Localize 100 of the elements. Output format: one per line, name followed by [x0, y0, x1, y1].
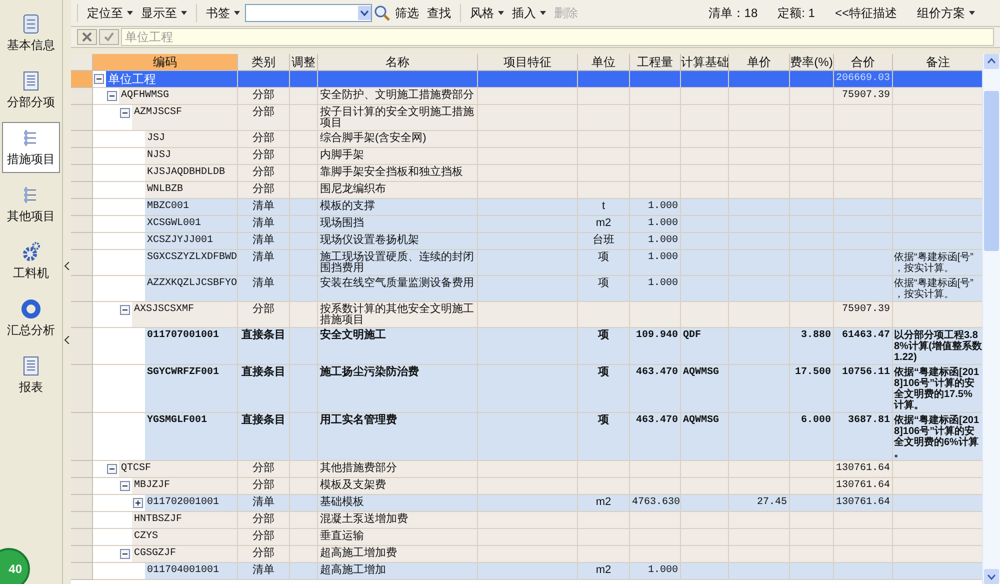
- row-header[interactable]: [71, 105, 93, 131]
- table-row[interactable]: CGSGZJF 分部 超高施工增加费: [71, 546, 982, 563]
- row-header[interactable]: [71, 461, 93, 478]
- table-row[interactable]: 011702001001 清单 基础模板 m2 4763.630 27.45 130761.64: [71, 495, 982, 512]
- table-row[interactable]: SGXCSZYZLXDFBWD 清单 施工现场设置硬质、连续的封闭围挡费用 项 1.000 依据“粤建标函[号”，按实计算。: [71, 250, 982, 276]
- row-header[interactable]: [71, 302, 93, 328]
- table-row[interactable]: JSJ 分部 综合脚手架(含安全网): [71, 131, 982, 148]
- column-header[interactable]: 类别: [238, 54, 290, 71]
- sidebar-item[interactable]: 报表: [2, 350, 60, 401]
- table-row[interactable]: XCSGWL001 清单 现场围挡 m2 1.000: [71, 216, 982, 233]
- collapse-toggle[interactable]: [107, 91, 117, 101]
- table-row[interactable]: KJSJAQDBHDLDB 分部 靠脚手架安全挡板和独立挡板: [71, 165, 982, 182]
- sidebar-item[interactable]: 工料机: [2, 236, 60, 287]
- sidebar-item[interactable]: 基本信息: [2, 8, 60, 59]
- row-header[interactable]: [71, 495, 93, 512]
- column-header[interactable]: 调整: [290, 54, 318, 71]
- column-header[interactable]: 编码: [93, 54, 238, 71]
- cancel-button[interactable]: [77, 29, 97, 45]
- collapse-toggle[interactable]: [120, 108, 130, 118]
- row-header[interactable]: [71, 182, 93, 199]
- row-header[interactable]: [71, 512, 93, 529]
- tree-gutter: [93, 182, 145, 198]
- bookmark-combo[interactable]: [245, 4, 372, 22]
- toolbar-dropdown[interactable]: 插入: [509, 4, 549, 22]
- toolbar-button[interactable]: 筛选: [392, 4, 422, 22]
- confirm-button[interactable]: [99, 29, 119, 45]
- table-cell-text: MBZC001: [146, 200, 190, 214]
- toolbar-dropdown[interactable]: 书签: [203, 4, 243, 22]
- column-header[interactable]: 工程量: [630, 54, 681, 71]
- row-header[interactable]: [71, 478, 93, 495]
- table-row[interactable]: MBJZJF 分部 模板及支架费 130761.64: [71, 478, 982, 495]
- table-row[interactable]: CZYS 分部 垂直运输: [71, 529, 982, 546]
- column-header[interactable]: 计算基础: [681, 54, 729, 71]
- caret-icon: [127, 11, 133, 15]
- column-header[interactable]: 合价: [834, 54, 893, 71]
- column-header[interactable]: 单价: [729, 54, 790, 71]
- row-header[interactable]: [71, 276, 93, 302]
- column-header[interactable]: 单位: [578, 54, 630, 71]
- table-row[interactable]: 单位工程 206669.03: [71, 71, 982, 88]
- tree-gutter: [93, 148, 145, 164]
- sidebar-item[interactable]: 汇总分析: [2, 293, 60, 344]
- sidebar-item[interactable]: 措施项目: [2, 122, 60, 173]
- tree-gutter: [93, 512, 132, 528]
- sidebar-item[interactable]: 其他项目: [2, 179, 60, 230]
- table-row[interactable]: AQFHWMSG 分部 安全防护、文明施工措施费部分 75907.39: [71, 88, 982, 105]
- table-cell-text: 011702001001: [146, 496, 220, 510]
- gear-icon: [20, 241, 42, 263]
- search-icon[interactable]: [374, 5, 390, 21]
- column-header[interactable]: 费率(%): [790, 54, 834, 71]
- toolbar-dropdown[interactable]: 风格: [467, 4, 507, 22]
- table-row[interactable]: HNTBSZJF 分部 混凝土泵送增加费: [71, 512, 982, 529]
- row-header[interactable]: [71, 216, 93, 233]
- table-row[interactable]: AZMJSCSF 分部 按子目计算的安全文明施工措施项目: [71, 105, 982, 131]
- toolbar-button[interactable]: 查找: [424, 4, 454, 22]
- collapse-toggle[interactable]: [120, 305, 130, 315]
- table-cell-text: AZMJSCSF: [133, 106, 184, 120]
- row-header[interactable]: [71, 131, 93, 148]
- collapse-toggle[interactable]: [120, 549, 130, 559]
- table-row[interactable]: XCSZJYJJ001 清单 现场仪设置卷扬机架 台班 1.000: [71, 233, 982, 250]
- table-cell-text: 011704001001: [146, 564, 220, 578]
- collapse-toggle[interactable]: [94, 74, 104, 84]
- column-header[interactable]: 备注: [893, 54, 982, 71]
- table-row[interactable]: MBZC001 清单 模板的支撑 t 1.000: [71, 199, 982, 216]
- expand-toggle[interactable]: [133, 498, 143, 508]
- row-header[interactable]: [71, 546, 93, 563]
- row-header[interactable]: [71, 233, 93, 250]
- table-row[interactable]: YGSMGLF001 直接条目 用工实名管理费 项 463.470 AQWMSG 6.000 3687.81 依据“粤建标函[2018]106号”计算的安全文明费的6%计算。: [71, 413, 982, 461]
- table-cell-text: XCSZJYJJ001: [146, 234, 214, 248]
- table-row[interactable]: AZZXKQZLJCSBFYO 清单 安装在线空气质量监测设备费用 项 1.000 依据“粤建标函[号”，按实计算。: [71, 276, 982, 302]
- toolbar-dropdown[interactable]: 定位至: [84, 4, 136, 22]
- caret-icon: [181, 11, 187, 15]
- table-row[interactable]: WNLBZB 分部 围尼龙编织布: [71, 182, 982, 199]
- table-row[interactable]: SGYCWRFZF001 直接条目 施工扬尘污染防治费 项 463.470 AQWMSG 17.500 10756.11 依据“粤建标函[2018]106号”计算的安全文明费的17.5%计算。: [71, 365, 982, 413]
- row-header[interactable]: [71, 563, 93, 580]
- row-header[interactable]: [71, 165, 93, 182]
- row-header[interactable]: [71, 529, 93, 546]
- tree-gutter: [93, 199, 145, 215]
- table-row[interactable]: 011704001001 清单 超高施工增加 m2 1.000: [71, 563, 982, 580]
- collapse-toggle[interactable]: [107, 464, 117, 474]
- table-row[interactable]: 011707001001 直接条目 安全文明施工 项 109.940 QDF 3.880 61463.47 以分部分项工程3.88%计算(增值整系数1.22): [71, 328, 982, 365]
- row-header[interactable]: [71, 148, 93, 165]
- collapse-toggle[interactable]: [120, 481, 130, 491]
- column-header[interactable]: 名称: [318, 54, 478, 71]
- scrollbar-thumb[interactable]: [984, 91, 999, 251]
- table-row[interactable]: QTCSF 分部 其他措施费部分 130761.64: [71, 461, 982, 478]
- table-cell-text: CGSGZJF: [133, 547, 178, 561]
- row-header[interactable]: [71, 365, 93, 413]
- row-header[interactable]: [71, 199, 93, 216]
- caret-icon: [234, 11, 240, 15]
- table-cell-text: AZZXKQZLJCSBFYO: [146, 277, 238, 291]
- sidebar-item[interactable]: 分部分项: [2, 65, 60, 116]
- caret-icon: [540, 11, 546, 15]
- table-row[interactable]: NJSJ 分部 内脚手架: [71, 148, 982, 165]
- column-header[interactable]: 项目特征: [478, 54, 578, 71]
- table-cell-text: SGXCSZYZLXDFBWD: [146, 251, 238, 265]
- toolbar-dropdown[interactable]: 显示至: [138, 4, 190, 22]
- toolbar-button[interactable]: <<特征描述: [832, 4, 900, 22]
- table-row[interactable]: AXSJSCSXMF 分部 按系数计算的其他安全文明施工措施项目 75907.39: [71, 302, 982, 328]
- row-header[interactable]: [71, 413, 93, 461]
- toolbar-dropdown[interactable]: 组价方案: [914, 4, 978, 22]
